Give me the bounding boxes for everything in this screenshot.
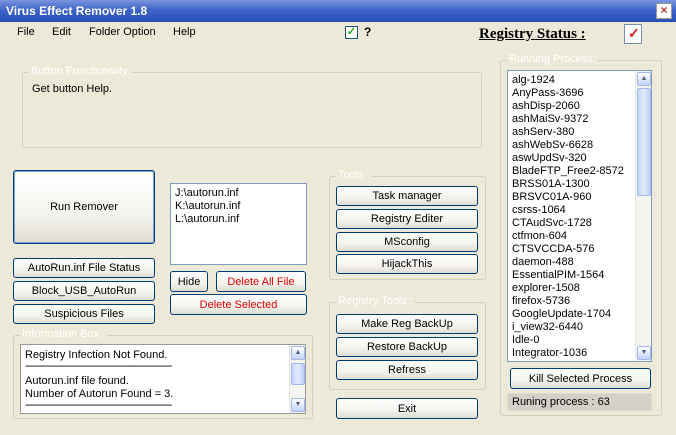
delete-all-file-button[interactable]: Delete All File (216, 271, 306, 292)
main-window: Virus Effect Remover 1.8 × File Edit Fol… (0, 0, 676, 435)
info-line: Autorun.inf file found. (25, 375, 129, 387)
process-item[interactable]: alg-1924 (512, 74, 555, 87)
list-item[interactable]: J:\autorun.inf (175, 187, 239, 200)
kill-selected-process-button[interactable]: Kill Selected Process (510, 368, 651, 389)
autorun-file-list[interactable]: J:\autorun.inf K:\autorun.inf L:\autorun… (170, 183, 307, 265)
window-title: Virus Effect Remover 1.8 (6, 4, 148, 18)
close-button[interactable]: × (656, 3, 672, 19)
hide-button[interactable]: Hide (170, 271, 208, 292)
registry-check-icon (624, 24, 642, 44)
process-item[interactable]: ashDisp-2060 (512, 100, 580, 113)
registry-status-label: Registry Status : (479, 26, 586, 42)
process-item[interactable]: ashWebSv-6628 (512, 139, 593, 152)
info-separator: ----------------------------------------… (25, 399, 172, 411)
process-item[interactable]: ctfmon-604 (512, 230, 567, 243)
process-item[interactable]: CTSVCCDA-576 (512, 243, 595, 256)
process-item[interactable]: i_view32-6440 (512, 321, 583, 334)
scroll-thumb[interactable] (637, 88, 651, 196)
process-item[interactable]: ashServ-380 (512, 126, 574, 139)
process-item[interactable]: csrss-1064 (512, 204, 566, 217)
scroll-down-icon[interactable]: ▼ (291, 398, 305, 412)
menu-edit[interactable]: Edit (52, 26, 71, 38)
help-question-mark[interactable]: ? (364, 25, 371, 39)
process-item[interactable]: daemon-488 (512, 256, 574, 269)
process-item[interactable]: BladeFTP_Free2-8572 (512, 165, 624, 178)
title-bar: Virus Effect Remover 1.8 × (0, 0, 676, 22)
suspicious-files-button[interactable]: Suspicious Files (13, 304, 155, 324)
refresh-button[interactable]: Refress (336, 360, 478, 380)
process-scrollbar[interactable]: ▲ ▼ (635, 71, 651, 361)
registry-tools-legend: Registry Tools : (336, 295, 415, 307)
process-item[interactable]: GoogleUpdate-1704 (512, 308, 611, 321)
process-item[interactable]: Idle-0 (512, 334, 540, 347)
info-scrollbar[interactable]: ▲ ▼ (289, 345, 305, 413)
process-item[interactable]: EssentialPIM-1564 (512, 269, 604, 282)
process-item[interactable]: BRSS01A-1300 (512, 178, 590, 191)
hijackthis-button[interactable]: HijackThis (336, 254, 478, 274)
menu-file[interactable]: File (17, 26, 35, 38)
button-help-text: Get button Help. (32, 83, 113, 95)
list-item[interactable]: K:\autorun.inf (175, 200, 240, 213)
process-item[interactable]: Integrator-1036 (512, 347, 587, 360)
run-remover-button[interactable]: Run Remover (13, 170, 155, 244)
scroll-thumb[interactable] (291, 363, 305, 385)
scroll-up-icon[interactable]: ▲ (637, 72, 651, 86)
scroll-down-icon[interactable]: ▼ (637, 346, 651, 360)
registry-editor-button[interactable]: Registry Editer (336, 209, 478, 229)
process-item[interactable]: firefox-5736 (512, 295, 570, 308)
exit-button[interactable]: Exit (336, 398, 478, 419)
process-item[interactable]: aswUpdSv-320 (512, 152, 587, 165)
process-item[interactable]: explorer-1508 (512, 282, 580, 295)
process-item[interactable]: ashMaiSv-9372 (512, 113, 588, 126)
task-manager-button[interactable]: Task manager (336, 186, 478, 206)
button-functionality-legend: Button Functionality: (29, 65, 133, 77)
menu-help[interactable]: Help (173, 26, 196, 38)
process-list[interactable]: alg-1924 AnyPass-3696 ashDisp-2060 ashMaiSv… (507, 70, 652, 362)
block-usb-button[interactable]: Block_USB_AutoRun (13, 281, 155, 301)
process-item[interactable]: AnyPass-3696 (512, 87, 584, 100)
delete-selected-button[interactable]: Delete Selected (170, 294, 307, 315)
make-reg-backup-button[interactable]: Make Reg BackUp (336, 314, 478, 334)
option-checkbox[interactable]: ✓ (345, 26, 358, 39)
autorun-status-button[interactable]: AutoRun.inf File Status (13, 258, 155, 278)
information-box-text[interactable]: Registry Infection Not Found. ----------… (20, 344, 306, 414)
restore-backup-button[interactable]: Restore BackUp (336, 337, 478, 357)
info-separator: ----------------------------------------… (25, 360, 172, 372)
process-item[interactable]: CTAudSvc-1728 (512, 217, 592, 230)
tools-legend: Tools : (336, 169, 372, 181)
scroll-up-icon[interactable]: ▲ (291, 346, 305, 360)
information-box-legend: Information Box : (20, 328, 108, 340)
process-item[interactable]: BRSVC01A-960 (512, 191, 592, 204)
menu-folder-option[interactable]: Folder Option (89, 26, 156, 38)
list-item[interactable]: L:\autorun.inf (175, 213, 239, 226)
button-functionality-group: Button Functionality: Get button Help. (22, 65, 482, 148)
msconfig-button[interactable]: MSconfig (336, 232, 478, 252)
running-process-count: Runing process : 63 (507, 393, 652, 411)
running-process-legend: Running Process: (507, 53, 598, 65)
